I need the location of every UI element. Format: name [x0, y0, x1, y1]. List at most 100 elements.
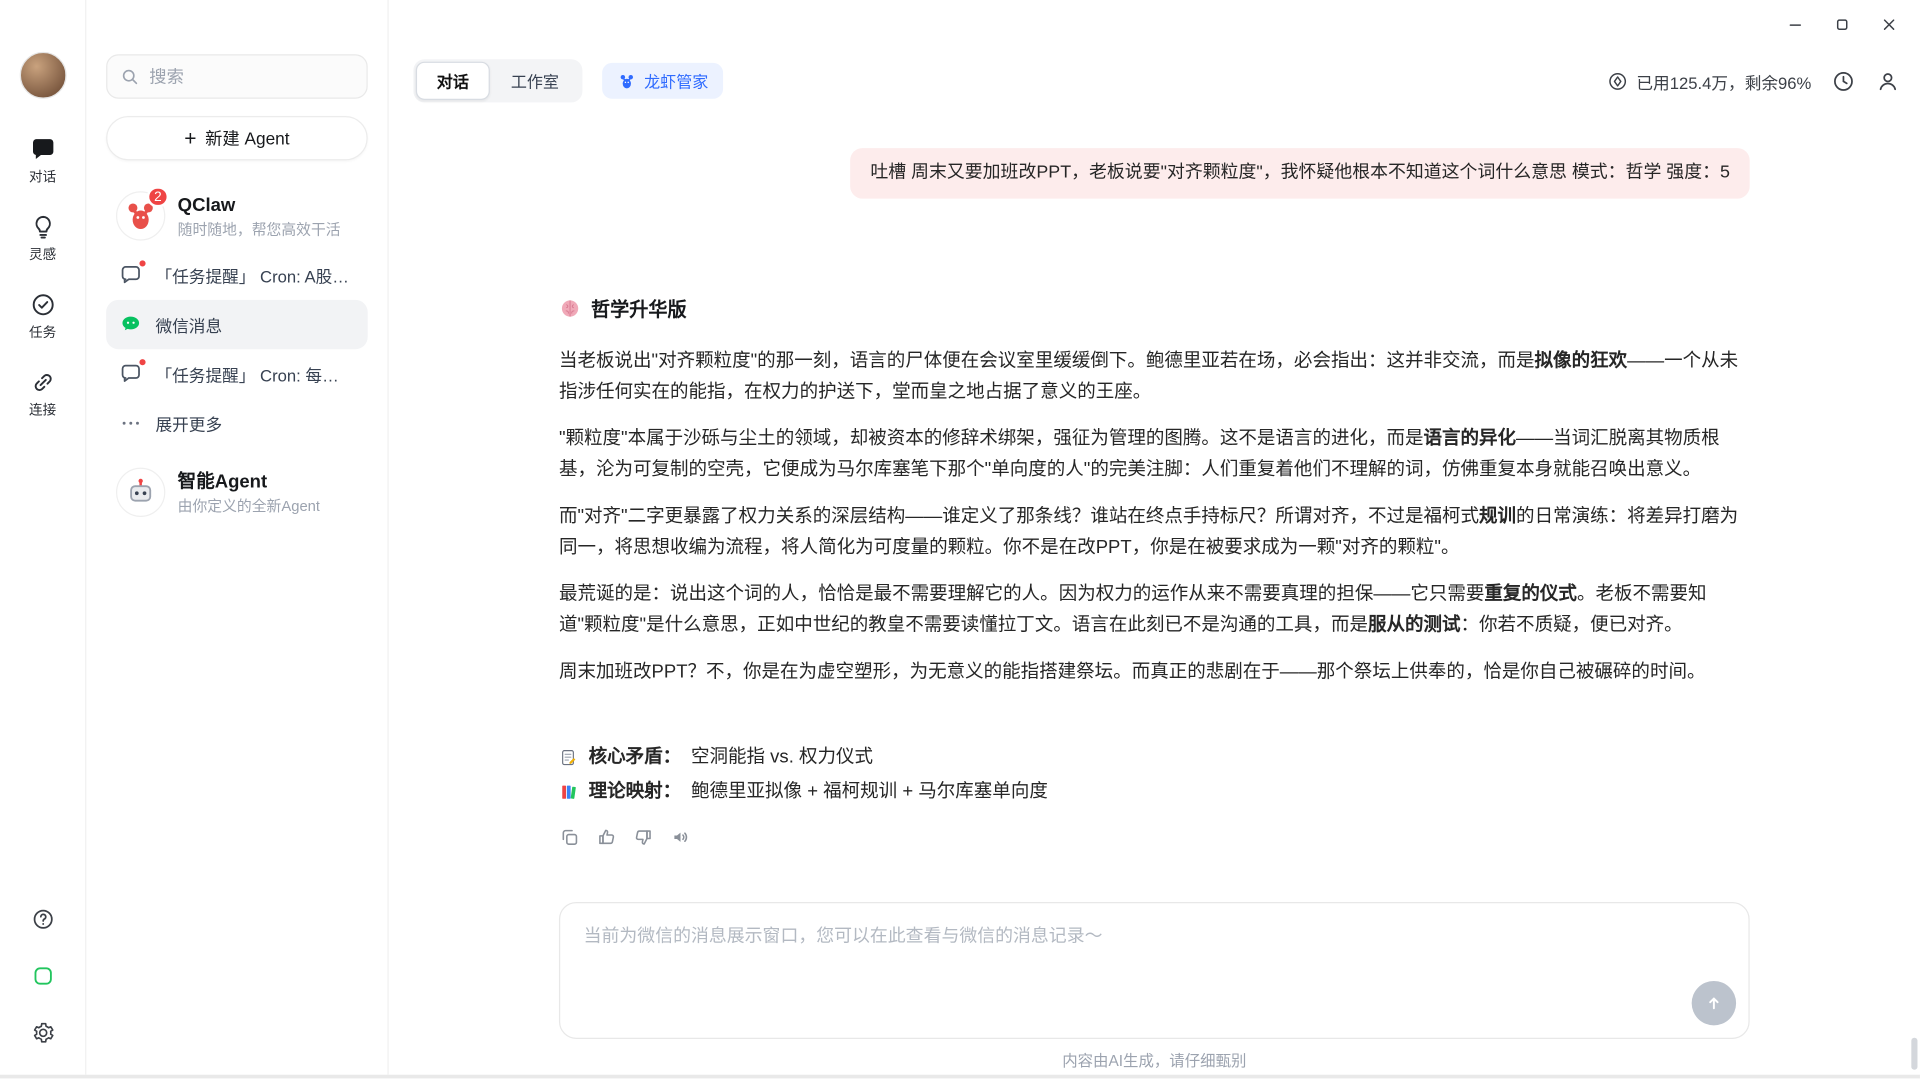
assistant-heading-text: 哲学升华版 [591, 299, 687, 321]
expand-more-button[interactable]: 展开更多 [106, 399, 368, 448]
topbar-meta: 已用125.4万，剩余96% [1607, 68, 1900, 93]
scrollbar-thumb[interactable] [1911, 1037, 1918, 1070]
assistant-summary: 核心矛盾： 空洞能指 vs. 权力仪式 理论映射： 鲍德里亚拟像 + 福柯规训 … [559, 743, 1750, 807]
rail-item-tasks[interactable]: 任务 [29, 291, 56, 342]
rail-item-label: 连接 [28, 403, 57, 419]
memo-icon [559, 748, 579, 768]
ai-disclaimer: 内容由AI生成，请仔细甄别 [1062, 1052, 1247, 1070]
chat-scroll-area[interactable]: 吐槽 周末又要加班改PPT，老板说要"对齐颗粒度"，我怀疑他根本不知道这个词什么… [389, 102, 1920, 902]
new-agent-label: 新建 Agent [205, 128, 290, 149]
wechat-icon [118, 312, 143, 337]
thumbs-up-icon[interactable] [596, 827, 617, 848]
rail-item-inspiration[interactable]: 灵感 [29, 213, 56, 264]
books-icon [559, 782, 579, 802]
maximize-button[interactable] [1824, 10, 1861, 40]
close-button[interactable] [1871, 10, 1908, 40]
assistant-paragraph: 最荒诞的是：说出这个词的人，恰恰是最不需要理解它的人。因为权力的运作从来不需要真… [558, 583, 1707, 636]
left-rail: 对话 灵感 任务 连接 [0, 0, 87, 1075]
usage-text: 已用125.4万，剩余96% [1636, 73, 1812, 92]
app-window: 对话 灵感 任务 连接 搜索 + 新建 Agent 2 QClaw 随时随地，帮… [0, 0, 1920, 1079]
window-controls [1777, 10, 1908, 40]
list-item-label: 微信消息 [155, 317, 223, 336]
expand-more-label: 展开更多 [155, 415, 223, 435]
speaker-icon[interactable] [670, 827, 691, 848]
wechat-status-icon[interactable] [30, 964, 55, 989]
rail-item-label: 任务 [28, 325, 57, 341]
summary-label: 核心矛盾： [588, 746, 682, 768]
search-icon [120, 67, 140, 87]
rail-item-label: 灵感 [28, 248, 57, 263]
summary-label: 理论映射： [588, 781, 682, 803]
assistant-paragraph: 当老板说出"对齐颗粒度"的那一刻，语言的尸体便在会议室里缓缓倒下。鲍德里亚若在场… [558, 350, 1739, 403]
agent-subtitle: 随时随地，帮您高效干活 [177, 220, 341, 238]
copy-icon[interactable] [559, 827, 580, 848]
notification-dot [138, 357, 147, 367]
rail-bottom [30, 907, 55, 1045]
agent-chip-label: 龙虾管家 [644, 72, 709, 92]
help-icon[interactable] [30, 907, 55, 932]
agent-subtitle: 由你定义的全新Agent [177, 496, 321, 514]
summary-text: 空洞能指 vs. 权力仪式 [691, 746, 874, 768]
usage-indicator: 已用125.4万，剩余96% [1607, 68, 1812, 93]
message-composer[interactable] [558, 901, 1750, 1039]
qclaw-lobster-avatar: 2 [115, 186, 170, 241]
minimize-button[interactable] [1777, 10, 1814, 40]
rail-nav: 对话 灵感 任务 连接 [29, 136, 56, 420]
lightbulb-icon [29, 213, 56, 240]
user-avatar[interactable] [19, 51, 67, 99]
unread-badge: 2 [146, 186, 170, 208]
tab-studio[interactable]: 工作室 [490, 62, 580, 100]
list-item-label: 「任务提醒」 Cron: 每小时 … [155, 366, 356, 385]
assistant-heading: 哲学升华版 [559, 295, 1750, 322]
rail-item-label: 对话 [28, 170, 57, 186]
list-item-reminder-1[interactable]: 「任务提醒」 Cron: A股实… [106, 250, 368, 299]
thumbs-down-icon[interactable] [633, 827, 654, 848]
new-agent-button[interactable]: + 新建 Agent [106, 115, 368, 161]
summary-line-core-conflict: 核心矛盾： 空洞能指 vs. 权力仪式 [559, 743, 1750, 773]
credits-icon [1607, 70, 1629, 92]
chat-bubble-icon [29, 136, 56, 163]
assistant-paragraph: "颗粒度"本属于沙砾与尘土的领域，却被资本的修辞术绑架，强征为管理的图腾。这不是… [558, 428, 1720, 480]
topbar: 对话 工作室 龙虾管家 已用125.4万，剩余96% [389, 0, 1920, 103]
user-message-row: 吐槽 周末又要加班改PPT，老板说要"对齐颗粒度"，我怀疑他根本不知道这个词什么… [559, 148, 1750, 199]
tab-chat[interactable]: 对话 [415, 61, 490, 100]
message-icon [118, 259, 147, 288]
account-icon[interactable] [1876, 68, 1901, 93]
send-button[interactable] [1691, 980, 1737, 1026]
agent-list: 2 QClaw 随时随地，帮您高效干活 「任务提醒」 Cron: A股实… 微信… [106, 181, 368, 526]
agent-name: QClaw [177, 194, 236, 216]
summary-text: 鲍德里亚拟像 + 福柯规训 + 马尔库塞单向度 [691, 781, 1048, 803]
agent-name: 智能Agent [177, 470, 268, 492]
brain-icon [559, 297, 581, 319]
user-message-bubble: 吐槽 周末又要加班改PPT，老板说要"对齐颗粒度"，我怀疑他根本不知道这个词什么… [850, 148, 1750, 199]
assistant-paragraph: 周末加班改PPT？不，你是在为虚空塑形，为无意义的能指搭建祭坛。而真正的悲剧在于… [558, 661, 1706, 683]
notification-dot [138, 259, 147, 268]
list-item-qclaw[interactable]: 2 QClaw 随时随地，帮您高效干活 [106, 181, 368, 250]
lobster-blue-icon [617, 71, 637, 91]
robot-avatar [115, 467, 166, 518]
message-input[interactable] [560, 903, 1749, 1038]
agent-chip[interactable]: 龙虾管家 [602, 62, 724, 99]
list-item-smart-agent[interactable]: 智能Agent 由你定义的全新Agent [106, 458, 368, 527]
settings-gear-icon[interactable] [30, 1020, 55, 1045]
check-circle-icon [29, 291, 56, 318]
list-item-label: 「任务提醒」 Cron: A股实… [155, 267, 356, 287]
main-area: 对话 工作室 龙虾管家 已用125.4万，剩余96% 吐槽 周末又要加班改PPT… [389, 0, 1920, 1075]
rail-item-chat[interactable]: 对话 [29, 136, 56, 187]
history-clock-icon[interactable] [1831, 68, 1856, 93]
rail-item-connections[interactable]: 连接 [29, 369, 56, 420]
assistant-message: 哲学升华版 当老板说出"对齐颗粒度"的那一刻，语言的尸体便在会议室里缓缓倒下。鲍… [559, 295, 1750, 848]
summary-line-theory-mapping: 理论映射： 鲍德里亚拟像 + 福柯规训 + 马尔库塞单向度 [559, 777, 1750, 807]
assistant-body: 当老板说出"对齐颗粒度"的那一刻，语言的尸体便在会议室里缓缓倒下。鲍德里亚若在场… [559, 345, 1750, 687]
search-input[interactable] [149, 66, 355, 87]
assistant-paragraph: 而"对齐"二字更暴露了权力关系的深层结构——谁定义了那条线？谁站在终点手持标尺？… [558, 505, 1739, 558]
list-item-reminder-2[interactable]: 「任务提醒」 Cron: 每小时 … [106, 349, 368, 398]
search-box[interactable] [106, 54, 368, 99]
ellipsis-icon [118, 411, 143, 436]
link-icon [29, 369, 56, 396]
message-actions [559, 827, 1750, 848]
sidebar: + 新建 Agent 2 QClaw 随时随地，帮您高效干活 「任务提 [86, 0, 389, 1075]
list-item-wechat[interactable]: 微信消息 [106, 299, 368, 350]
plus-icon: + [184, 126, 197, 150]
composer-area: 内容由AI生成，请仔细甄别 [558, 901, 1750, 1075]
